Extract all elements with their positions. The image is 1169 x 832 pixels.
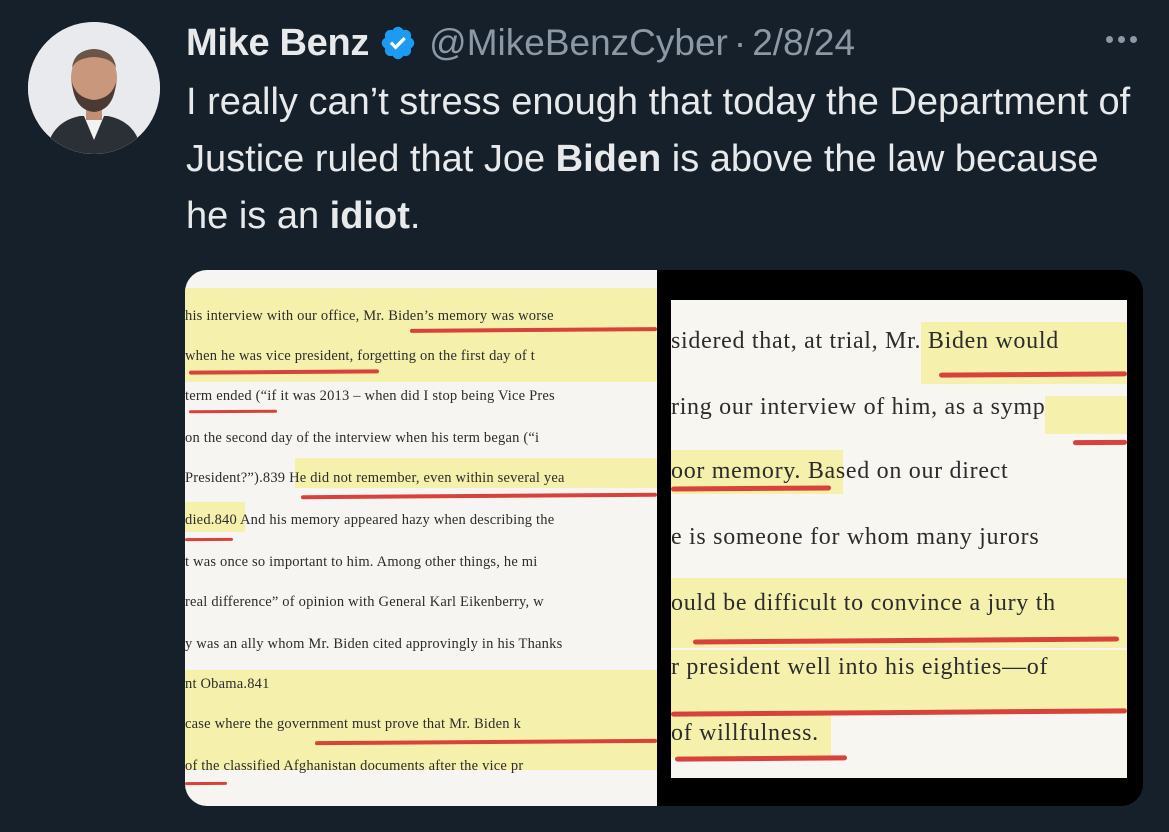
document-line: oor memory. Based on our direct [671,458,1009,484]
document-line: case where the government must prove tha… [185,716,521,732]
separator-dot: · [733,22,747,63]
document-line: his interview with our office, Mr. Biden… [185,308,554,324]
highlight [1045,396,1127,434]
document-line: ould be difficult to convince a jury th [671,590,1056,616]
document-line: sidered that, at trial, Mr. Biden would [671,328,1059,354]
document-line: of the classified Afghanistan documents … [185,758,524,774]
document-line: r president well into his eighties—of [671,654,1049,680]
tweet-text-bold: idiot [329,195,410,237]
red-underline [185,537,234,542]
author-handle[interactable]: @MikeBenzCyber [429,22,728,64]
avatar[interactable] [28,22,160,154]
tweet-text: I really can’t stress enough that today … [186,74,1136,245]
verified-badge-icon[interactable] [379,24,417,62]
document-line: t was once so important to him. Among ot… [185,554,538,570]
document-paper: sidered that, at trial, Mr. Biden would … [671,300,1127,778]
tweet-text-bold: Biden [555,138,662,180]
document-line: died.840 And his memory appeared hazy wh… [185,512,555,528]
document-line: on the second day of the interview when … [185,430,540,446]
document-line: ring our interview of him, as a symp [671,394,1046,420]
dot [1117,35,1125,43]
document-image-left[interactable]: his interview with our office, Mr. Biden… [185,270,657,806]
more-options-icon[interactable] [1095,22,1147,56]
dot [1105,35,1113,43]
tweet-header: Mike Benz @MikeBenzCyber · 2/8/24 [186,18,855,68]
document-image-right[interactable]: sidered that, at trial, Mr. Biden would … [671,270,1143,806]
document-line: President?”).839 He did not remember, ev… [185,470,565,486]
red-underline [188,409,278,414]
red-underline [1072,439,1127,446]
document-line: term ended (“if it was 2013 – when did I… [185,388,555,404]
document-line: real difference” of opinion with General… [185,594,544,610]
tweet-date[interactable]: 2/8/24 [752,22,855,64]
document-line: e is someone for whom many jurors [671,524,1040,550]
red-underline [674,755,848,762]
document-line: nt Obama.841 [185,676,270,692]
red-underline [300,492,657,500]
document-line: when he was vice president, forgetting o… [185,348,535,364]
dot [1129,35,1137,43]
document-line: y was an ally whom Mr. Biden cited appro… [185,636,563,652]
tweet-text-part: . [409,195,421,237]
red-underline [185,781,228,786]
tweet: Mike Benz @MikeBenzCyber · 2/8/24 I real… [0,0,1169,832]
attached-images[interactable]: his interview with our office, Mr. Biden… [185,270,1143,806]
profile-photo [28,22,160,154]
author-name[interactable]: Mike Benz [186,22,369,65]
document-line: of willfulness. [671,720,819,746]
